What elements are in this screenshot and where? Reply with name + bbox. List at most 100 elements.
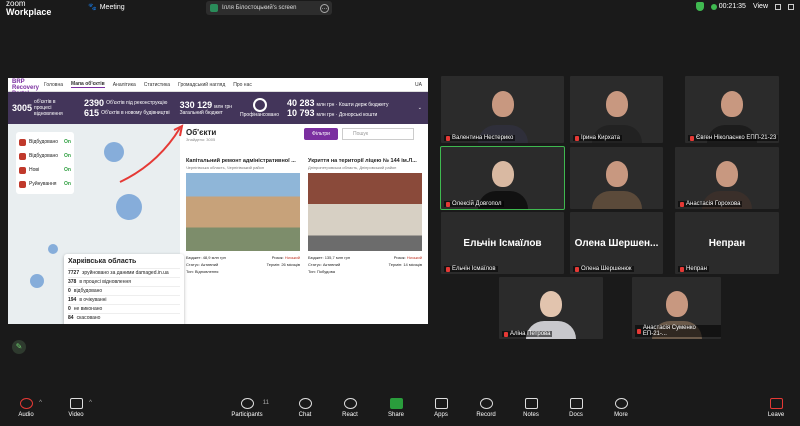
legend-label: Нові [29,167,40,173]
card-budget: Бюджет: 48,9 млн грн [186,255,226,260]
video-tile[interactable] [570,147,663,209]
leave-button[interactable]: Leave [756,398,796,418]
region-count: 0 [68,288,71,294]
objects-panel: Об'єкти Знайдено: 3005 Фільтри Пошук Кап… [180,124,428,324]
nav-map[interactable]: Мапа об'єктів [71,81,105,88]
video-tile[interactable]: Ірина Кирхата [570,76,663,143]
name-tag: Анастасія Суменко ЕП-21-... [635,325,721,337]
legend-toggle[interactable]: On [64,181,71,187]
video-label: Video [68,412,84,418]
screen-share-indicator[interactable]: Ілля Білостоцький's screen … [206,1,332,15]
object-card[interactable]: Укриття на території ліцею № 144 ім.Л...… [308,158,422,274]
legend-toggle[interactable]: On [64,153,71,159]
heart-icon [343,398,357,409]
legend-item[interactable]: Відбудовано On [19,135,71,149]
audio-button[interactable]: Audio ^ [6,398,46,418]
region-count: 0 [68,306,71,312]
nav-home[interactable]: Головна [44,82,63,88]
apps-button[interactable]: Apps [421,398,461,418]
security-shield-icon[interactable] [695,2,704,11]
filter-button[interactable]: Фільтри [304,128,338,140]
map-cluster[interactable] [116,194,142,220]
card-risk: Низький [284,255,300,260]
react-button[interactable]: React [330,398,370,418]
video-tile[interactable]: Анастасія Горохова [675,147,779,209]
stat-funded-label: Профінансовано [240,112,279,118]
video-tile[interactable]: Аліна Петрова [499,277,603,339]
docs-button[interactable]: Docs [556,398,596,418]
legend-label: Відбудовано [29,139,59,145]
video-tile-active-speaker[interactable]: Олексій Довгопол [440,146,565,210]
mic-muted-icon [680,201,684,207]
name-tag: Євген Ніколаєнко ЕПП-21-23 [688,135,779,141]
card-title[interactable]: Капітальний ремонт адміністративної ... [186,158,300,164]
more-button[interactable]: More [601,398,641,418]
recovery-map[interactable]: Відбудовано On Відбудовано On Нові On Руйну… [8,124,184,324]
paw-icon: 🐾 [88,4,97,11]
video-tile-off[interactable]: Ельчін Ісмаїлов Ельчін Ісмаїлов [441,212,564,274]
docs-label: Docs [569,412,583,418]
nav-analytics[interactable]: Аналітика [113,82,136,88]
mic-muted-icon [690,135,694,141]
card-title[interactable]: Укриття на території ліцею № 144 ім.Л... [308,158,422,164]
card-image [308,173,422,251]
chevron-up-icon[interactable]: ^ [89,400,92,406]
nav-oversight[interactable]: Громадський нагляд [178,82,225,88]
video-button[interactable]: Video ^ [56,398,96,418]
video-tile[interactable]: Євген Ніколаєнко ЕПП-21-23 [685,76,779,143]
video-tile-off[interactable]: Олена Шершен... Олена Шершенюк [570,212,663,274]
minimize-icon[interactable] [775,3,781,10]
region-count: 378 [68,279,77,285]
mic-muted-icon [504,331,508,337]
view-button[interactable]: View [753,3,768,10]
annotate-pen-icon[interactable]: ✎ [12,340,26,354]
language-select[interactable]: UA [415,82,422,88]
shared-screen[interactable]: BRP Recovery Portal Головна Мапа об'єкті… [8,78,428,324]
share-button[interactable]: Share [376,398,416,418]
participant-name: Анастасія Суменко ЕП-21-... [642,325,696,337]
share-label: Share [387,412,404,418]
card-location: Дніпропетровська область, Дніпровський р… [308,165,397,170]
notes-icon [524,398,538,409]
notes-button[interactable]: Notes [511,398,551,418]
stat-donor-funds-label: млн грн · Донорські кошти [316,112,378,118]
nav-statistics[interactable]: Статистика [144,82,170,88]
chevron-down-icon[interactable]: ⌄ [418,105,422,111]
chat-button[interactable]: Chat [285,398,325,418]
legend-item[interactable]: Руйнування On [19,177,71,191]
legend-item[interactable]: Відбудовано On [19,149,71,163]
record-button[interactable]: Record [466,398,506,418]
video-tile[interactable]: Валентина Нестерико [441,76,564,143]
region-row-label: зруйновано за даними damaged.in.ua [82,270,169,276]
chevron-up-icon[interactable]: ^ [39,400,42,406]
legend-toggle[interactable]: On [64,167,71,173]
react-label: React [342,412,358,418]
more-options-icon[interactable]: … [320,3,329,13]
site-logo[interactable]: BRP Recovery Portal [12,79,39,97]
participant-body [591,191,642,209]
map-cluster[interactable] [30,274,44,288]
map-cluster[interactable] [48,244,58,254]
meeting-menu[interactable]: 🐾 Meeting [88,3,125,12]
search-input[interactable]: Пошук [342,128,414,140]
participant-name: Ельчін Ісмаїлов [452,266,496,272]
new-build-icon [19,166,26,174]
card-term: Термін: 14 місяців [388,262,422,267]
video-tile-off[interactable]: Непран Непран [675,212,779,274]
video-tile[interactable]: Анастасія Суменко ЕП-21-... [632,277,721,339]
stat-objects-label: об'єктів в процесі відновлення [34,99,63,117]
maximize-icon[interactable] [788,3,794,10]
more-icon [614,398,628,409]
region-title: Харківська область [68,258,137,265]
card-location: Чернігівська область, Чернігівський райо… [186,165,265,170]
object-card[interactable]: Капітальний ремонт адміністративної ... … [186,158,300,274]
nav-about[interactable]: Про нас [233,82,252,88]
participant-name: Євген Ніколаєнко ЕПП-21-23 [696,135,777,141]
participant-display-name: Олена Шершен... [574,238,659,250]
legend-item[interactable]: Нові On [19,163,71,177]
participants-button[interactable]: Participants 11 [227,398,269,418]
mic-muted-icon [637,328,641,334]
legend-toggle[interactable]: On [64,139,71,145]
meeting-toolbar: Audio ^ Video ^ Participants 11 Chat React … [0,394,800,426]
filter-label: Фільтри [312,131,330,137]
